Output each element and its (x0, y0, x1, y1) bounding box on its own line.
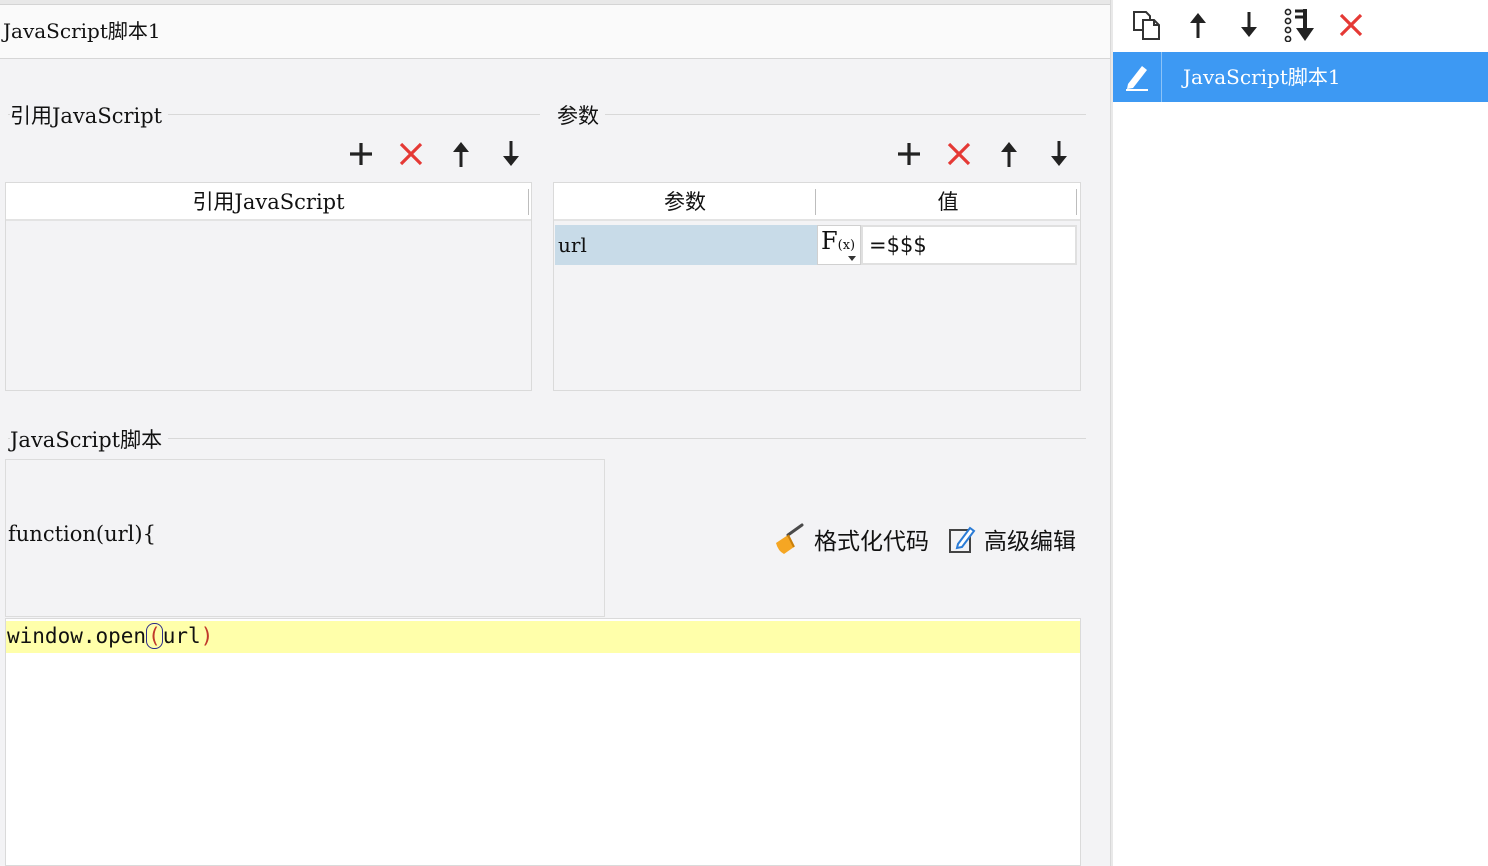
params-grid: 参数 值 url F(x) =$$$ (553, 182, 1081, 391)
delete-import-button[interactable] (386, 136, 436, 172)
formula-icon-sub: (x) (837, 238, 856, 253)
script-list-toolbar (1113, 0, 1488, 50)
move-script-up-button[interactable] (1172, 0, 1223, 50)
script-section-title: JavaScript脚本 (10, 424, 169, 454)
arrow-down-icon (503, 141, 519, 166)
script-name-field[interactable]: JavaScript脚本1 (0, 5, 1110, 59)
x-icon (1339, 13, 1362, 37)
arrow-up-icon (453, 142, 469, 167)
copy-icon (1132, 11, 1160, 40)
x-icon (947, 142, 971, 166)
move-script-down-button[interactable] (1223, 0, 1274, 50)
import-column-header: 引用JavaScript (192, 190, 345, 214)
params-section-title: 参数 (557, 100, 605, 130)
add-param-button[interactable] (884, 136, 934, 172)
code-close-paren: ) (200, 624, 214, 648)
function-signature-box: function(url){ (5, 459, 605, 617)
import-section-title: 引用JavaScript (10, 100, 169, 130)
list-item-label: JavaScript脚本1 (1183, 65, 1341, 89)
column-separator (1076, 189, 1077, 215)
arrow-down-icon (1051, 141, 1067, 166)
code-argument: url (162, 624, 201, 648)
move-import-up-button[interactable] (436, 136, 486, 172)
format-code-label: 格式化代码 (814, 529, 929, 555)
format-code-button[interactable]: 格式化代码 (774, 522, 929, 556)
list-item[interactable]: JavaScript脚本1 (1113, 52, 1488, 102)
advanced-edit-label: 高级编辑 (984, 529, 1076, 555)
delete-param-button[interactable] (934, 136, 984, 172)
arrow-up-icon (1001, 142, 1017, 167)
copy-script-button[interactable] (1121, 0, 1172, 50)
import-toolbar (336, 136, 536, 172)
param-value-column-header: 值 (816, 183, 1080, 221)
script-section-divider (8, 438, 1086, 439)
javascript-event-editor: JavaScript脚本1 引用JavaScript 引用JavaScript (0, 0, 1488, 866)
table-row[interactable]: url F(x) =$$$ (555, 225, 1077, 265)
param-name-column-header: 参数 (554, 183, 816, 221)
delete-script-button[interactable] (1325, 0, 1376, 50)
plus-icon (898, 143, 920, 165)
move-param-down-button[interactable] (1034, 136, 1084, 172)
column-separator (528, 189, 529, 215)
editor-panel: JavaScript脚本1 引用JavaScript 引用JavaScript (0, 0, 1110, 866)
code-open-paren: ( (146, 623, 163, 649)
pencil-icon (1113, 52, 1162, 102)
param-name-cell[interactable]: url (555, 225, 817, 265)
import-grid: 引用JavaScript (5, 182, 532, 391)
params-toolbar (884, 136, 1084, 172)
code-line[interactable]: window.open(url) (6, 621, 1080, 653)
move-param-up-button[interactable] (984, 136, 1034, 172)
edit-box-icon (948, 524, 976, 554)
chevron-down-icon (848, 256, 856, 261)
broom-icon (774, 523, 806, 555)
params-section-divider (560, 114, 1086, 115)
param-value-input[interactable]: =$$$ (861, 225, 1077, 265)
code-editor[interactable]: window.open(url) (5, 618, 1081, 866)
add-import-button[interactable] (336, 136, 386, 172)
move-import-down-button[interactable] (486, 136, 536, 172)
script-list-panel: JavaScript脚本1 (1113, 0, 1488, 866)
formula-icon-label: F (821, 227, 838, 255)
move-script-bottom-button[interactable] (1274, 0, 1325, 50)
move-to-bottom-icon (1284, 8, 1314, 42)
x-icon (399, 142, 423, 166)
formula-button[interactable]: F(x) (817, 225, 861, 265)
plus-icon (350, 143, 372, 165)
arrow-up-icon (1189, 13, 1206, 38)
arrow-down-icon (1240, 12, 1257, 37)
function-signature: function(url){ (8, 522, 156, 546)
code-function-call: window.open (7, 624, 147, 648)
advanced-edit-button[interactable]: 高级编辑 (948, 522, 1076, 556)
import-grid-header: 引用JavaScript (6, 183, 531, 221)
